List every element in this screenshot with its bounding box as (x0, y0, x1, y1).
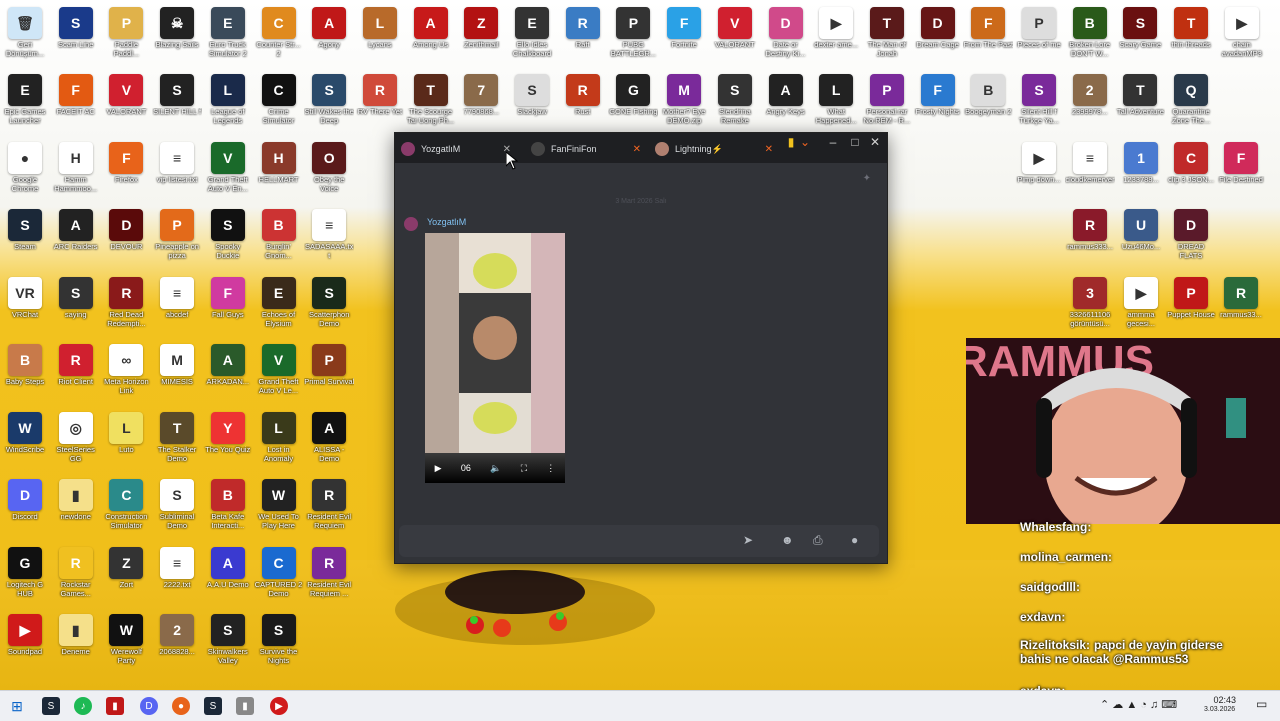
app-icon: ▶ (1124, 277, 1158, 309)
video-time: 06 (460, 463, 471, 473)
avatar (404, 217, 418, 231)
taskbar: ⊞ S ♪ ▮ D ● S ▮ ▶ ⌃ ☁ ▲ ◔ ♫ ⌨ 02:43 3.03… (0, 690, 1280, 721)
chevron-down-icon[interactable]: ⌄ (795, 135, 815, 149)
app-icon: D (1174, 209, 1208, 241)
app-icon: ≡ (1073, 142, 1107, 174)
icon-label: Puppet House (1167, 311, 1215, 319)
desktop-icon[interactable]: D DREAD FLATS (1166, 207, 1216, 273)
video-controls: ▶ 06 🔈 ⛶ ⋮ (425, 453, 565, 483)
app-icon: R (1073, 209, 1107, 241)
video-attachment[interactable]: ▶ 06 🔈 ⛶ ⋮ (425, 233, 565, 483)
desktop-icon[interactable]: ▶ Pimp down... (1014, 140, 1064, 206)
send-icon[interactable]: ➤ (743, 533, 753, 547)
icon-label: Uzu46Mo... (1121, 243, 1161, 251)
date-divider: 3 Mart 2026 Salı (615, 198, 667, 205)
avatar (531, 142, 545, 156)
app-taskbar-icon[interactable]: ▮ (106, 697, 124, 715)
icon-label: 1233788... (1123, 176, 1159, 184)
message-author[interactable]: YozgatlıM (427, 217, 466, 227)
app-icon: 1 (1124, 142, 1158, 174)
app-icon: U (1124, 209, 1158, 241)
minimize-icon[interactable]: – (823, 135, 843, 149)
start-icon[interactable]: ⊞ (8, 697, 26, 715)
desktop-icon[interactable]: Rrammus33... (1216, 275, 1266, 341)
attach-icon[interactable]: ⎙ (813, 533, 823, 548)
desktop-icon[interactable]: U Uzu46Mo... (1116, 207, 1166, 273)
icon-label: File Destined (1219, 176, 1263, 184)
discord-taskbar-icon[interactable]: D (140, 697, 158, 715)
tab-label: Lightning⚡ (675, 143, 723, 154)
desktop-icon[interactable]: P Puppet House (1166, 275, 1216, 341)
icon-label: clip 3 JSON... (1168, 176, 1214, 184)
tab-fanfinifon[interactable]: FanFiniFon ✕ (525, 137, 645, 161)
chat-username: exdavn: (1020, 610, 1066, 624)
icon-label: DREAD FLATS (1177, 243, 1205, 260)
app-icon: 3 (1073, 277, 1107, 309)
clock-time[interactable]: 02:43 (1206, 695, 1236, 705)
chat-message: exdavn: (1020, 610, 1240, 624)
close-window-icon[interactable]: ✕ (865, 135, 885, 149)
app-icon: R (1224, 277, 1258, 309)
chat-message: molina_carmen: (1020, 550, 1240, 564)
steam-taskbar-icon[interactable]: S (42, 697, 60, 715)
desktop-icon[interactable]: ≡ cloudkemerver (1065, 140, 1115, 206)
icon-label: ammma gecesi... (1127, 311, 1155, 328)
webcam-overlay: RAMMUS (966, 338, 1280, 524)
volume-icon[interactable]: 🔈 (490, 463, 501, 474)
spotify-taskbar-icon[interactable]: ♪ (74, 697, 92, 715)
chat-message: saidgodlll: (1020, 580, 1240, 594)
tab-label: YozgatlıM (421, 144, 461, 154)
pin-icon[interactable]: ✦ (863, 173, 871, 184)
desktop-icon[interactable]: F File Destined (1216, 140, 1266, 206)
desktop-icon[interactable]: 3 3326611106 görüntüsü... (1065, 275, 1115, 341)
chrome-taskbar-icon[interactable]: ● (172, 697, 190, 715)
avatar (401, 142, 415, 156)
chat-username: saidgodlll: (1020, 580, 1080, 594)
maximize-icon[interactable]: □ (845, 135, 865, 149)
desktop-icon[interactable]: Rrammus333... (1065, 207, 1115, 273)
chat-message: Rizelitoksik: papci de yayin giderse bahi… (1020, 638, 1240, 666)
icon-label: Pimp down... (1017, 176, 1061, 184)
youtube-taskbar-icon[interactable]: ▶ (270, 697, 288, 715)
discord-popout-window[interactable]: YozgatlıM ✕ FanFiniFon ✕ Lightning⚡ ✕ ▮ … (394, 132, 888, 564)
icon-label: rammus33... (1220, 311, 1262, 319)
message-list[interactable]: 3 Mart 2026 Salı ✦ YozgatlıM ▶ 06 🔈 ⛶ ⋮ (395, 163, 887, 523)
microphone-icon[interactable]: ● (851, 533, 858, 547)
avatar (655, 142, 669, 156)
icon-label: rammus333... (1067, 243, 1113, 251)
app-icon: F (1224, 142, 1258, 174)
tab-label: FanFiniFon (551, 144, 597, 154)
play-icon[interactable]: ▶ (435, 463, 442, 474)
desktop-icon[interactable]: 1 1233788... (1116, 140, 1166, 206)
clock-date[interactable]: 3.03.2026 (1204, 706, 1235, 713)
desktop-icon[interactable]: ▶ ammma gecesi... (1116, 275, 1166, 341)
tab-lightning[interactable]: Lightning⚡ ✕ (649, 137, 777, 161)
chat-username: Whalesfang: (1020, 520, 1092, 534)
fullscreen-icon[interactable]: ⛶ (521, 463, 527, 474)
chat-username: Rizelitoksik: (1020, 638, 1091, 652)
notifications-icon[interactable]: ▭ (1256, 697, 1267, 711)
app-icon: P (1174, 277, 1208, 309)
emoji-icon[interactable]: ☻ (781, 533, 794, 547)
app-taskbar-icon-2[interactable]: ▮ (236, 697, 254, 715)
chat-username: molina_carmen: (1020, 550, 1113, 564)
steam-taskbar-icon-2[interactable]: S (204, 697, 222, 715)
desktop-icon[interactable]: Cclip 3 JSON... (1166, 140, 1216, 206)
system-tray-icons[interactable]: ⌃ ☁ ▲ ◔ ♫ ⌨ (1100, 698, 1177, 711)
app-icon: C (1174, 142, 1208, 174)
more-icon[interactable]: ⋮ (546, 463, 555, 474)
tab-yozgatlim[interactable]: YozgatlıM ✕ (395, 137, 515, 161)
message-input[interactable]: ➤ ☻ ⎙ ● (399, 525, 879, 557)
icon-label: 3326611106 görüntüsü... (1069, 311, 1111, 328)
close-icon[interactable]: ✕ (633, 144, 641, 155)
app-icon: ▶ (1022, 142, 1056, 174)
close-icon[interactable]: ✕ (765, 144, 773, 155)
icon-label: cloudkemerver (1065, 176, 1115, 184)
chat-message: Whalesfang: (1020, 520, 1240, 534)
tab-bar: YozgatlıM ✕ FanFiniFon ✕ Lightning⚡ ✕ ▮ … (395, 133, 887, 163)
